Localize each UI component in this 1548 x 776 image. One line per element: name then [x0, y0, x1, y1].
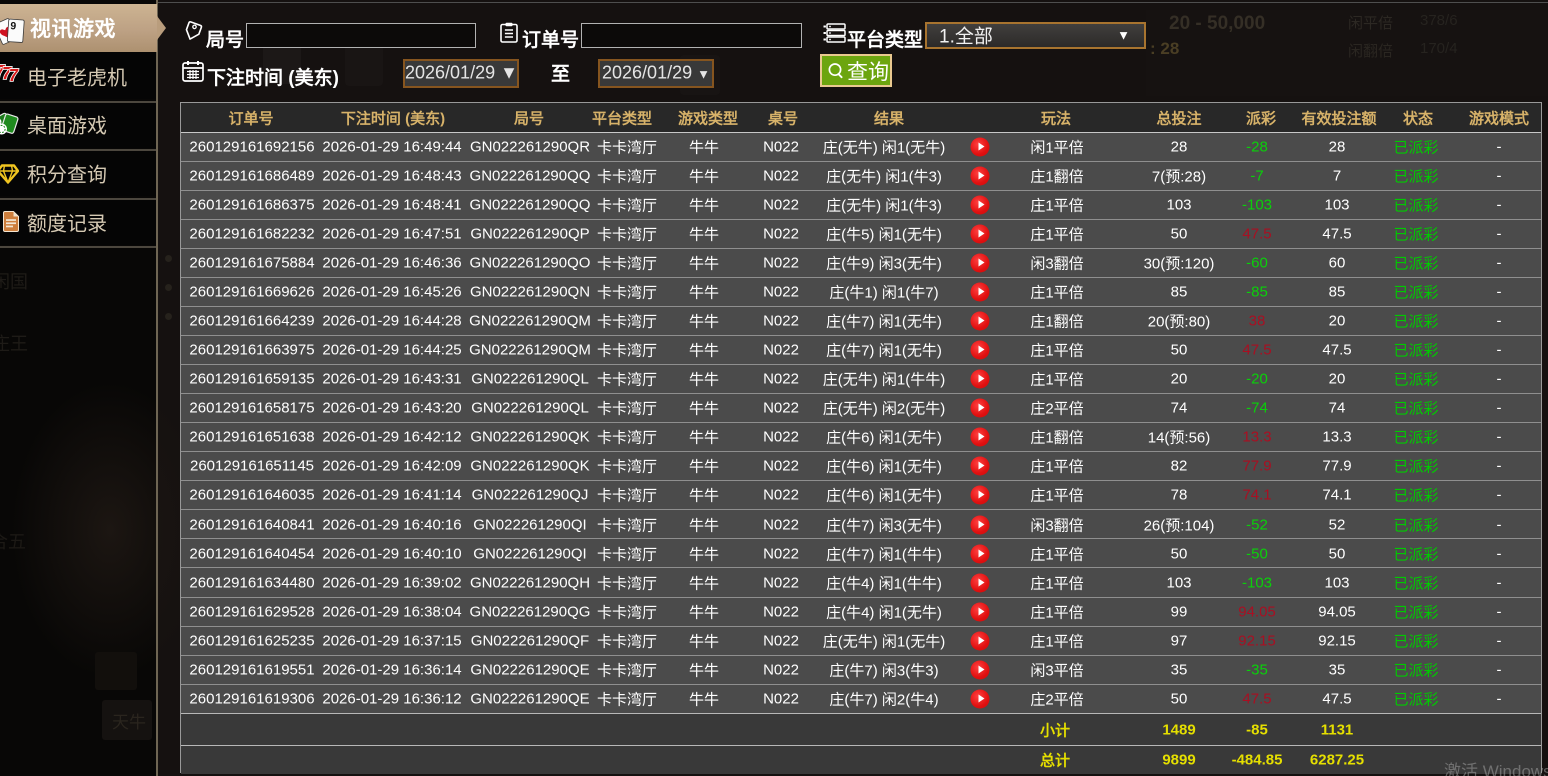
svg-text:7: 7 [7, 65, 20, 84]
svg-text:9: 9 [10, 20, 17, 32]
